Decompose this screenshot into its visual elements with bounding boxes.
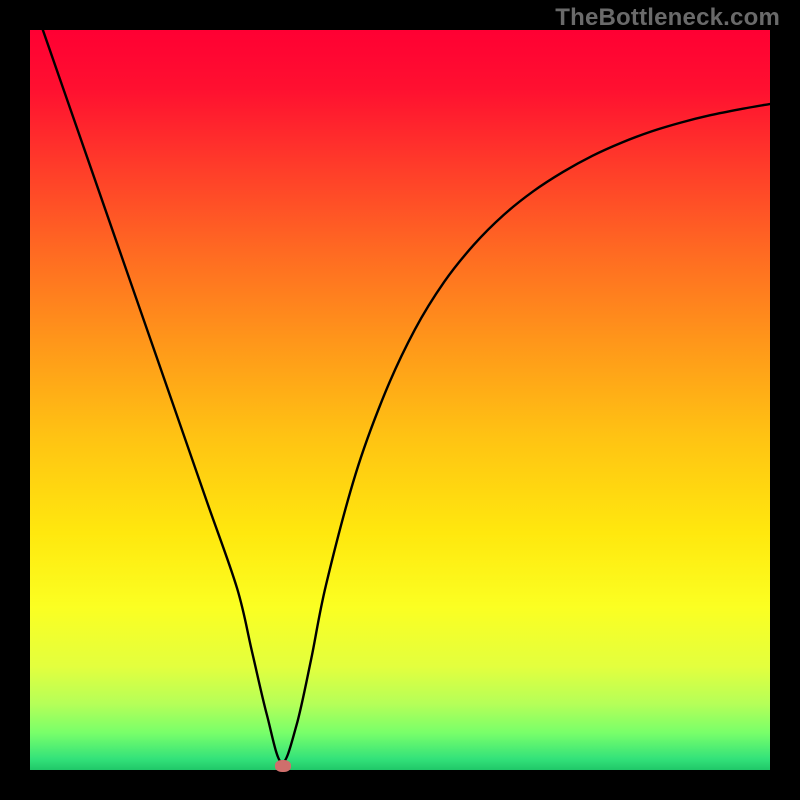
optimum-marker	[275, 760, 291, 772]
bottleneck-curve	[30, 30, 770, 763]
watermark-text: TheBottleneck.com	[555, 4, 780, 32]
plot-area	[30, 30, 770, 770]
curve-layer	[30, 30, 770, 770]
chart-frame: TheBottleneck.com	[0, 0, 800, 800]
